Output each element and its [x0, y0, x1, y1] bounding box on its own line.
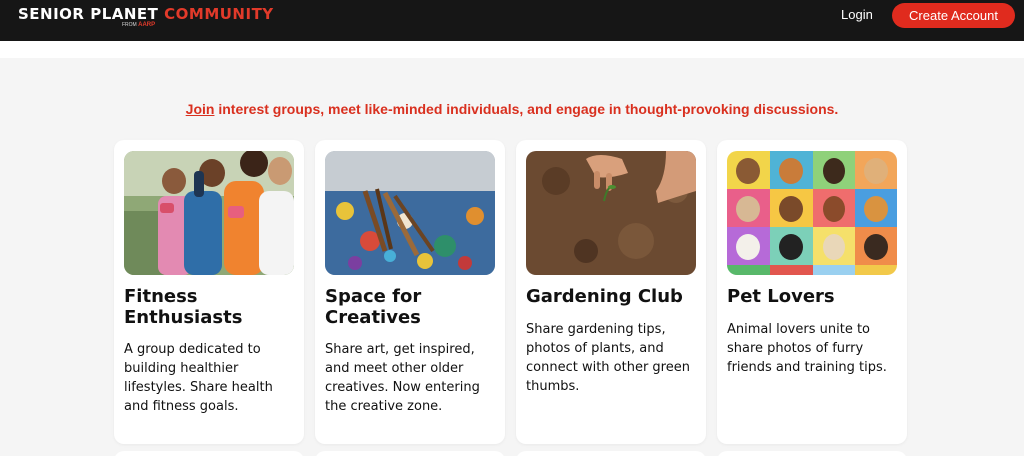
group-card-gardening[interactable]: Gardening Club Share gardening tips, pho…: [516, 140, 706, 444]
group-description: Animal lovers unite to share photos of f…: [727, 322, 887, 375]
group-title: Gardening Club: [526, 286, 683, 307]
logo-text-community: COMMUNITY: [164, 5, 274, 23]
group-card-fitness[interactable]: Fitness Enthusiasts A group dedicated to…: [114, 140, 304, 444]
group-description: Share gardening tips, photos of plants, …: [526, 322, 690, 394]
join-link[interactable]: Join: [186, 101, 215, 117]
gardening-photo: [526, 151, 696, 275]
login-link[interactable]: Login: [841, 7, 873, 22]
logo-subtext: FROM AARP: [122, 22, 155, 28]
group-title: Fitness Enthusiasts: [124, 286, 243, 328]
tagline-text: interest groups, meet like-minded indivi…: [214, 101, 839, 117]
fitness-photo: [124, 151, 294, 275]
group-card-pet-lovers[interactable]: Pet Lovers Animal lovers unite to share …: [717, 140, 907, 444]
next-card-edge: [516, 451, 706, 456]
group-title: Pet Lovers: [727, 286, 835, 307]
senior-planet-logo[interactable]: SENIOR PLANET COMMUNITY FROM AARP: [18, 5, 274, 29]
group-description: Share art, get inspired, and meet other …: [325, 342, 480, 414]
tagline: Join interest groups, meet like-minded i…: [0, 101, 1024, 117]
group-title: Space for Creatives: [325, 286, 422, 328]
create-account-button[interactable]: Create Account: [892, 3, 1015, 28]
logo-text-senior-planet: SENIOR PLANET: [18, 5, 159, 23]
dogs-collage-photo: [727, 151, 897, 275]
next-card-edge: [717, 451, 907, 456]
aarp-logo: AARP: [138, 22, 156, 28]
group-description: A group dedicated to building healthier …: [124, 342, 273, 414]
group-card-creatives[interactable]: Space for Creatives Share art, get inspi…: [315, 140, 505, 444]
logo-sub-from: FROM: [122, 22, 137, 28]
header-spacer: [0, 41, 1024, 58]
top-navbar: SENIOR PLANET COMMUNITY FROM AARP Login …: [0, 0, 1024, 41]
next-card-edge: [114, 451, 304, 456]
paint-brushes-photo: [325, 151, 495, 275]
next-card-edge: [315, 451, 505, 456]
